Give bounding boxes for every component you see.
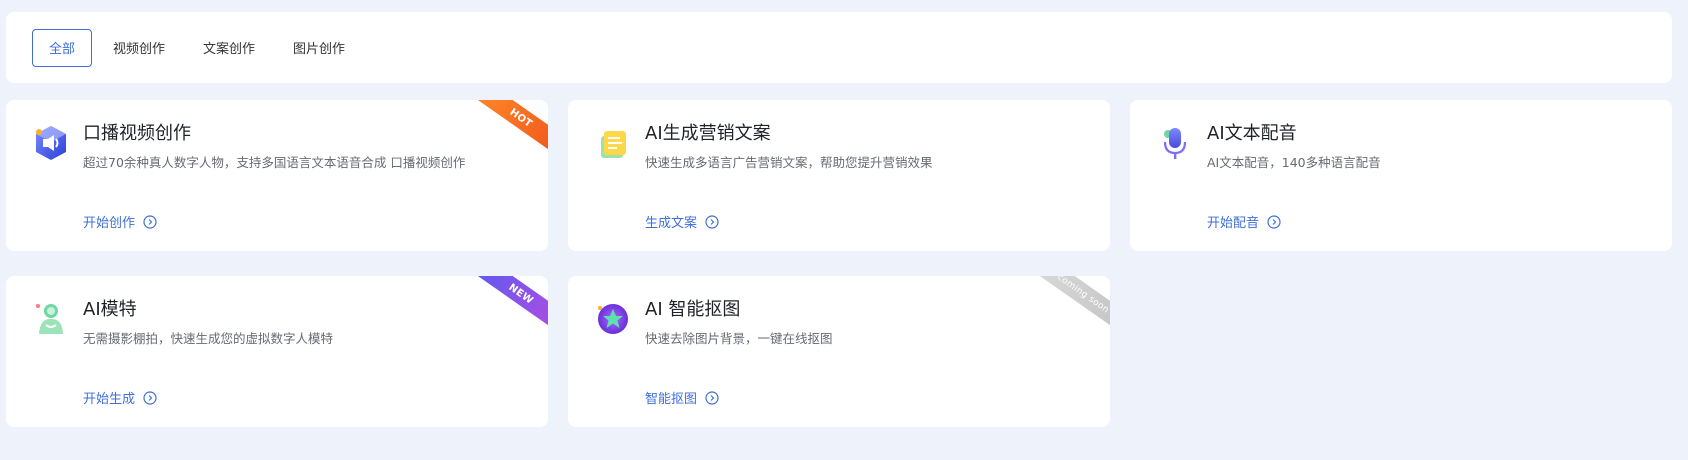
generate-copy-link[interactable]: 生成文案: [645, 212, 719, 231]
speaker-cube-icon: [36, 126, 66, 160]
start-create-link[interactable]: 开始创作: [83, 212, 157, 231]
tool-card-text-dubbing[interactable]: AI文本配音 AI文本配音，140多种语言配音 开始配音: [1130, 100, 1672, 251]
card-description: AI文本配音，140多种语言配音: [1207, 155, 1381, 170]
tool-card-marketing-copy[interactable]: AI生成营销文案 快速生成多语言广告营销文案，帮助您提升营销效果 生成文案: [568, 100, 1110, 251]
arrow-circle-right-icon: [705, 390, 719, 405]
tool-card-smart-cutout[interactable]: AI 智能抠图 快速去除图片背景，一键在线抠图 智能抠图 coming soon: [568, 276, 1110, 427]
card-title: AI生成营销文案: [645, 123, 771, 144]
arrow-circle-right-icon: [143, 214, 157, 229]
card-description: 超过70余种真人数字人物，支持多国语言文本语音合成 口播视频创作: [83, 155, 466, 170]
new-badge: NEW: [470, 276, 548, 334]
start-dubbing-link[interactable]: 开始配音: [1207, 212, 1281, 231]
tab-copy-creation[interactable]: 文案创作: [186, 29, 272, 67]
category-tab-bar: 全部 视频创作 文案创作 图片创作: [6, 12, 1672, 83]
action-label: 生成文案: [645, 216, 698, 231]
arrow-circle-right-icon: [1267, 214, 1281, 229]
card-title: AI 智能抠图: [645, 299, 741, 320]
tool-card-talking-video[interactable]: 口播视频创作 超过70余种真人数字人物，支持多国语言文本语音合成 口播视频创作 …: [6, 100, 548, 251]
start-generate-link[interactable]: 开始生成: [83, 388, 157, 407]
card-description: 快速去除图片背景，一键在线抠图: [645, 331, 833, 346]
action-label: 开始创作: [83, 216, 136, 231]
arrow-circle-right-icon: [143, 390, 157, 405]
arrow-circle-right-icon: [705, 214, 719, 229]
card-description: 快速生成多语言广告营销文案，帮助您提升营销效果: [645, 155, 933, 170]
cutout-star-icon: [598, 304, 628, 334]
hot-badge: HOT: [470, 100, 548, 158]
smart-cutout-link[interactable]: 智能抠图: [645, 388, 719, 407]
document-pages-icon: [601, 131, 626, 158]
model-figure-icon: [36, 304, 63, 334]
action-label: 智能抠图: [645, 392, 698, 407]
action-label: 开始配音: [1207, 216, 1260, 231]
card-description: 无需摄影棚拍，快速生成您的虚拟数字人模特: [83, 331, 334, 346]
action-label: 开始生成: [83, 392, 136, 407]
tab-image-creation[interactable]: 图片创作: [276, 29, 362, 67]
card-title: 口播视频创作: [83, 123, 191, 144]
coming-soon-badge: coming soon: [1032, 276, 1110, 334]
tab-video-creation[interactable]: 视频创作: [96, 29, 182, 67]
tool-card-ai-model[interactable]: AI模特 无需摄影棚拍，快速生成您的虚拟数字人模特 开始生成 NEW: [6, 276, 548, 427]
tab-all[interactable]: 全部: [32, 28, 93, 67]
microphone-icon: [1163, 128, 1187, 159]
card-title: AI文本配音: [1207, 123, 1297, 144]
card-title: AI模特: [83, 299, 137, 320]
